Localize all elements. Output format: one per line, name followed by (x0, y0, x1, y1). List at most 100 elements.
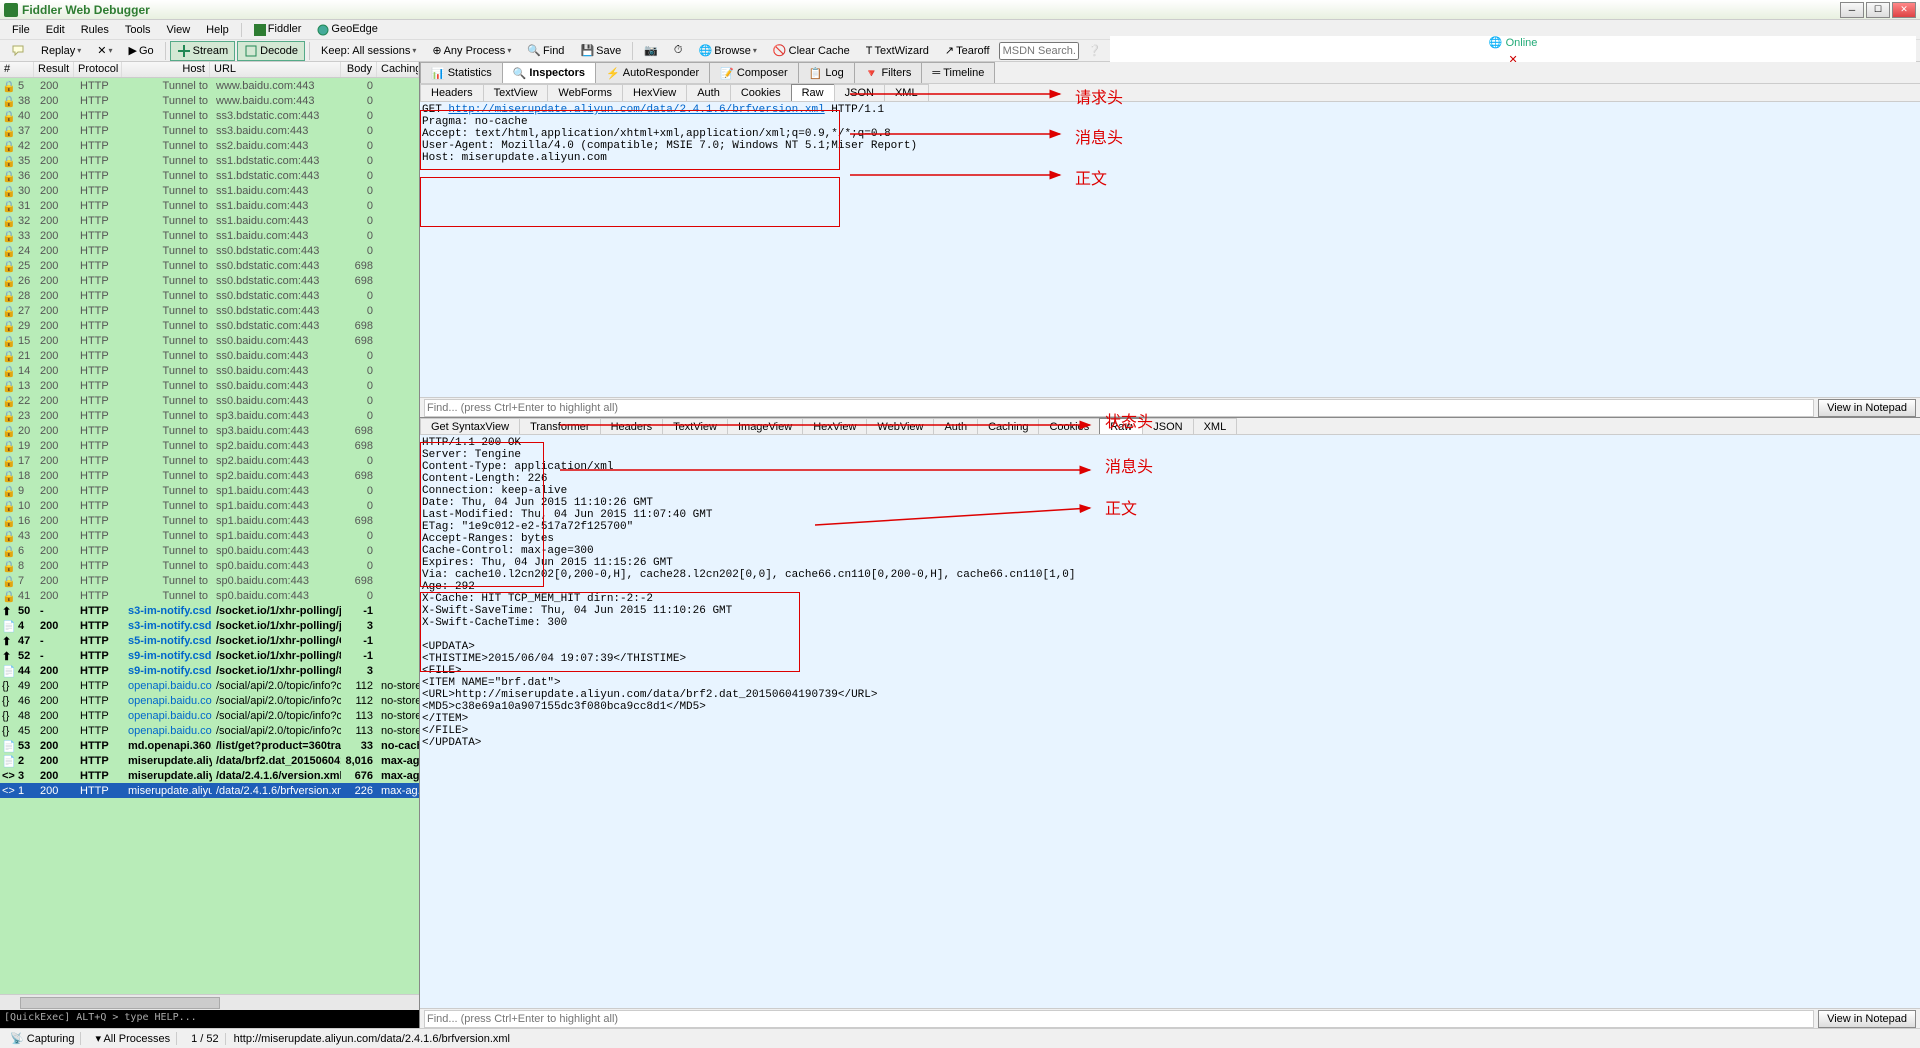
menu-geoedge-link[interactable]: GeoEdge (309, 23, 385, 35)
resptab-transformer[interactable]: Transformer (519, 418, 601, 434)
menu-view[interactable]: View (159, 24, 199, 36)
find-button[interactable]: 🔍Find (520, 41, 571, 60)
session-row[interactable]: 🔒19200HTTPTunnel tosp2.baidu.com:443698 (0, 438, 419, 453)
reqtab-cookies[interactable]: Cookies (730, 84, 792, 101)
resptab-xml[interactable]: XML (1193, 418, 1238, 434)
session-row[interactable]: 🔒29200HTTPTunnel toss0.bdstatic.com:4436… (0, 318, 419, 333)
col-url[interactable]: URL (210, 62, 341, 77)
session-row[interactable]: 🔒38200HTTPTunnel towww.baidu.com:4430 (0, 93, 419, 108)
session-row[interactable]: 🔒36200HTTPTunnel toss1.bdstatic.com:4430 (0, 168, 419, 183)
status-capturing[interactable]: 📡 Capturing (4, 1032, 81, 1045)
session-row[interactable]: 🔒32200HTTPTunnel toss1.baidu.com:4430 (0, 213, 419, 228)
response-find-input[interactable] (424, 1010, 1814, 1028)
resptab-json[interactable]: JSON (1142, 418, 1193, 434)
session-row[interactable]: 📄53200HTTPmd.openapi.360.cn/list/get?pro… (0, 738, 419, 753)
request-find-input[interactable] (424, 399, 1814, 417)
resptab-auth[interactable]: Auth (933, 418, 978, 434)
minimize-button[interactable]: ─ (1840, 2, 1864, 18)
textwizard-button[interactable]: T TextWizard (859, 42, 936, 60)
close-button[interactable]: ✕ (1892, 2, 1916, 18)
menu-rules[interactable]: Rules (73, 24, 117, 36)
session-row[interactable]: ⬆50-HTTPs3-im-notify.csdn.net/socket.io/… (0, 603, 419, 618)
session-row[interactable]: 🔒43200HTTPTunnel tosp1.baidu.com:4430 (0, 528, 419, 543)
remove-button[interactable]: ✕ (90, 41, 119, 60)
resptab-cookies[interactable]: Cookies (1038, 418, 1100, 434)
resptab-webview[interactable]: WebView (866, 418, 934, 434)
reqtab-textview[interactable]: TextView (483, 84, 549, 101)
col-host[interactable]: Host (122, 62, 210, 77)
session-row[interactable]: 🔒31200HTTPTunnel toss1.baidu.com:4430 (0, 198, 419, 213)
session-row[interactable]: 🔒21200HTTPTunnel toss0.baidu.com:4430 (0, 348, 419, 363)
reqtab-webforms[interactable]: WebForms (547, 84, 623, 101)
session-row[interactable]: 🔒26200HTTPTunnel toss0.bdstatic.com:4436… (0, 273, 419, 288)
session-row[interactable]: ⬆47-HTTPs5-im-notify.csdn.net/socket.io/… (0, 633, 419, 648)
session-row[interactable]: 🔒20200HTTPTunnel tosp3.baidu.com:443698 (0, 423, 419, 438)
horiz-scrollbar[interactable] (0, 994, 419, 1010)
session-row[interactable]: {}48200HTTPopenapi.baidu.com/social/api/… (0, 708, 419, 723)
reqtab-hexview[interactable]: HexView (622, 84, 687, 101)
session-row[interactable]: 🔒10200HTTPTunnel tosp1.baidu.com:4430 (0, 498, 419, 513)
session-row[interactable]: 🔒14200HTTPTunnel toss0.baidu.com:4430 (0, 363, 419, 378)
reqtab-auth[interactable]: Auth (686, 84, 731, 101)
session-row[interactable]: 🔒30200HTTPTunnel toss1.baidu.com:4430 (0, 183, 419, 198)
keep-sessions[interactable]: Keep: All sessions (314, 42, 423, 60)
session-row[interactable]: 🔒25200HTTPTunnel toss0.bdstatic.com:4436… (0, 258, 419, 273)
decode-button[interactable]: Decode (237, 41, 305, 61)
session-row[interactable]: 🔒28200HTTPTunnel toss0.bdstatic.com:4430 (0, 288, 419, 303)
col-body[interactable]: Body (341, 62, 377, 77)
timer-button[interactable]: ⏱ (667, 41, 690, 60)
session-row[interactable]: 🔒6200HTTPTunnel tosp0.baidu.com:4430 (0, 543, 419, 558)
save-button[interactable]: 💾Save (573, 41, 628, 60)
tab-statistics[interactable]: 📊Statistics (420, 62, 503, 83)
session-row[interactable]: 🔒7200HTTPTunnel tosp0.baidu.com:443698 (0, 573, 419, 588)
session-row[interactable]: 🔒41200HTTPTunnel tosp0.baidu.com:4430 (0, 588, 419, 603)
request-raw[interactable]: GET http://miserupdate.aliyun.com/data/2… (420, 102, 1920, 166)
tab-filters[interactable]: 🔻Filters (854, 62, 923, 83)
msdn-search[interactable] (999, 42, 1079, 60)
session-row[interactable]: 🔒9200HTTPTunnel tosp1.baidu.com:4430 (0, 483, 419, 498)
reqtab-json[interactable]: JSON (834, 84, 885, 101)
tab-inspectors[interactable]: 🔍Inspectors (502, 62, 596, 83)
tab-timeline[interactable]: ═Timeline (921, 62, 995, 83)
session-row[interactable]: <>1200HTTPmiserupdate.aliyun..../data/2.… (0, 783, 419, 798)
session-row[interactable]: 🔒13200HTTPTunnel toss0.baidu.com:4430 (0, 378, 419, 393)
col-result[interactable]: Result (34, 62, 74, 77)
tab-log[interactable]: 📋Log (798, 62, 855, 83)
session-row[interactable]: {}46200HTTPopenapi.baidu.com/social/api/… (0, 693, 419, 708)
comment-button[interactable] (4, 41, 32, 61)
reqtab-headers[interactable]: Headers (420, 84, 484, 101)
quickexec-box[interactable]: [QuickExec] ALT+Q > type HELP... (0, 1010, 419, 1028)
menu-file[interactable]: File (4, 24, 38, 36)
request-view-notepad[interactable]: View in Notepad (1818, 399, 1916, 417)
resptab-textview[interactable]: TextView (662, 418, 728, 434)
tab-autoresponder[interactable]: ⚡AutoResponder (595, 62, 710, 83)
session-row[interactable]: 🔒22200HTTPTunnel toss0.baidu.com:4430 (0, 393, 419, 408)
session-row[interactable]: {}45200HTTPopenapi.baidu.com/social/api/… (0, 723, 419, 738)
screenshot-button[interactable]: 📷 (637, 41, 665, 60)
session-row[interactable]: 🔒17200HTTPTunnel tosp2.baidu.com:4430 (0, 453, 419, 468)
maximize-button[interactable]: ☐ (1866, 2, 1890, 18)
session-row[interactable]: 🔒8200HTTPTunnel tosp0.baidu.com:4430 (0, 558, 419, 573)
resptab-hexview[interactable]: HexView (802, 418, 867, 434)
menu-edit[interactable]: Edit (38, 24, 73, 36)
request-url[interactable]: http://miserupdate.aliyun.com/data/2.4.1… (448, 104, 824, 116)
session-row[interactable]: 🔒5200HTTPTunnel towww.baidu.com:4430 (0, 78, 419, 93)
session-row[interactable]: 🔒42200HTTPTunnel toss2.baidu.com:4430 (0, 138, 419, 153)
session-row[interactable]: 🔒16200HTTPTunnel tosp1.baidu.com:443698 (0, 513, 419, 528)
reqtab-raw[interactable]: Raw (791, 84, 835, 101)
session-row[interactable]: 🔒37200HTTPTunnel toss3.baidu.com:4430 (0, 123, 419, 138)
tab-composer[interactable]: 📝Composer (709, 62, 798, 83)
session-row[interactable]: 📄4200HTTPs3-im-notify.csdn.net/socket.io… (0, 618, 419, 633)
col-num[interactable]: # (0, 62, 34, 77)
session-row[interactable]: 🔒33200HTTPTunnel toss1.baidu.com:4430 (0, 228, 419, 243)
any-process[interactable]: ⊕ Any Process (425, 41, 518, 60)
session-row[interactable]: 🔒27200HTTPTunnel toss0.bdstatic.com:4430 (0, 303, 419, 318)
sessions-list[interactable]: 🔒5200HTTPTunnel towww.baidu.com:4430🔒382… (0, 78, 419, 994)
response-raw[interactable]: HTTP/1.1 200 OK Server: Tengine Content-… (420, 435, 1920, 751)
session-row[interactable]: 🔒15200HTTPTunnel toss0.baidu.com:443698 (0, 333, 419, 348)
stream-button[interactable]: Stream (170, 41, 235, 61)
session-row[interactable]: {}49200HTTPopenapi.baidu.com/social/api/… (0, 678, 419, 693)
session-row[interactable]: <>3200HTTPmiserupdate.aliyun..../data/2.… (0, 768, 419, 783)
col-protocol[interactable]: Protocol (74, 62, 122, 77)
session-row[interactable]: 🔒35200HTTPTunnel toss1.bdstatic.com:4430 (0, 153, 419, 168)
